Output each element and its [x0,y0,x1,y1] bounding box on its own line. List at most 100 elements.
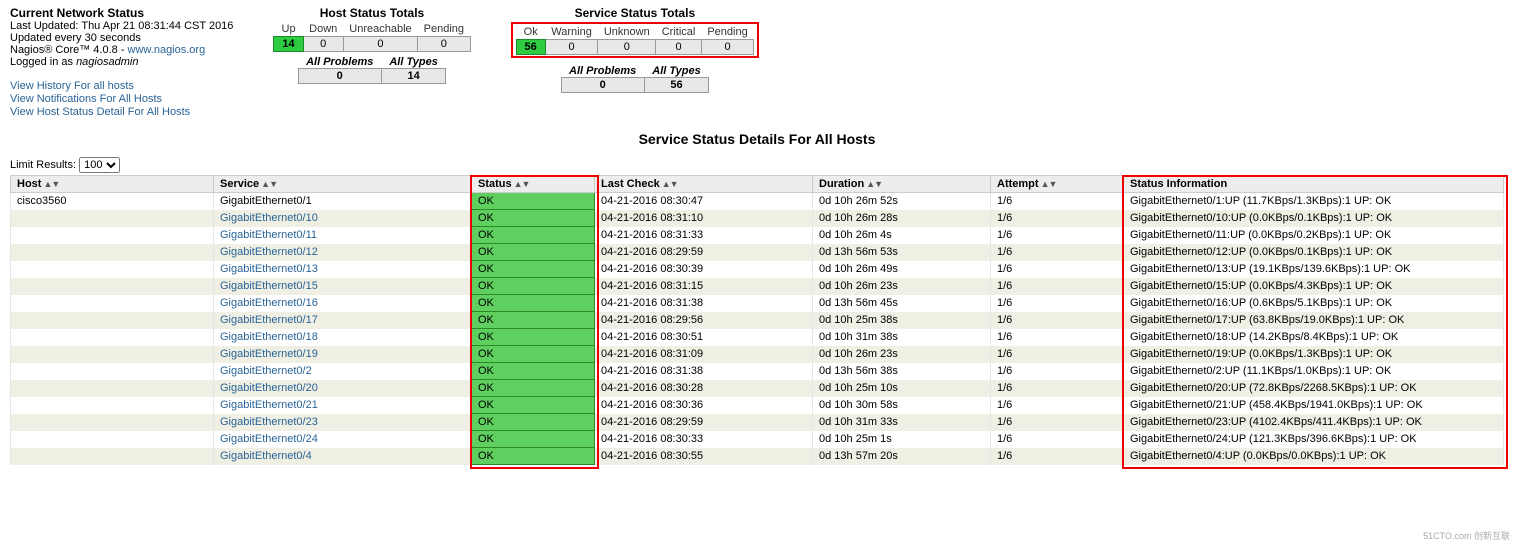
service-link[interactable]: GigabitEthernet0/12 [220,246,318,258]
cell-duration: 0d 10h 26m 23s [813,278,991,295]
col-duration[interactable]: Duration▲▼ [813,176,991,193]
watermark: 51CTO.com 创新互联 [1423,529,1510,542]
service-link[interactable]: GigabitEthernet0/16 [220,297,318,309]
cell-service: GigabitEthernet0/21 [214,397,472,414]
last-updated: Last Updated: Thu Apr 21 08:31:44 CST 20… [10,20,233,32]
host-col-down[interactable]: Down [303,22,343,37]
svc-alltypes-val[interactable]: 56 [644,78,709,93]
service-link[interactable]: GigabitEthernet0/2 [220,365,312,377]
product-link[interactable]: www.nagios.org [128,44,206,56]
cell-status: OK [472,227,595,244]
service-link[interactable]: GigabitEthernet0/13 [220,263,318,275]
cell-host [11,227,214,244]
cell-status-info: GigabitEthernet0/23:UP (4102.4KBps/411.4… [1124,414,1504,431]
svc-val-pending[interactable]: 0 [701,40,753,55]
svc-problems-val[interactable]: 0 [561,78,644,93]
sort-icon[interactable]: ▲▼ [514,179,530,189]
col-attempt[interactable]: Attempt▲▼ [991,176,1124,193]
service-link[interactable]: GigabitEthernet0/15 [220,280,318,292]
table-row: GigabitEthernet0/12OK04-21-2016 08:29:59… [11,244,1504,261]
svc-col-ok[interactable]: Ok [516,25,545,40]
svc-alltypes-label[interactable]: All Types [644,65,709,78]
product-name: Nagios® Core™ 4.0.8 - [10,44,128,56]
cell-duration: 0d 13h 57m 20s [813,448,991,465]
table-row: GigabitEthernet0/21OK04-21-2016 08:30:36… [11,397,1504,414]
svc-col-unknown[interactable]: Unknown [598,25,656,40]
host-val-down[interactable]: 0 [303,37,343,52]
cell-host [11,261,214,278]
sort-icon[interactable]: ▲▼ [1041,179,1057,189]
svc-val-warning[interactable]: 0 [545,40,598,55]
table-row: GigabitEthernet0/15OK04-21-2016 08:31:15… [11,278,1504,295]
network-status-block: Current Network Status Last Updated: Thu… [10,6,233,119]
host-val-unreachable[interactable]: 0 [343,37,417,52]
host-alltypes-label[interactable]: All Types [381,56,446,69]
cell-service: GigabitEthernet0/13 [214,261,472,278]
service-link[interactable]: GigabitEthernet0/10 [220,212,318,224]
cell-service: GigabitEthernet0/16 [214,295,472,312]
host-val-up[interactable]: 14 [274,37,303,52]
col-service[interactable]: Service▲▼ [214,176,472,193]
cell-duration: 0d 10h 25m 38s [813,312,991,329]
sort-icon[interactable]: ▲▼ [43,179,59,189]
cell-status-info: GigabitEthernet0/12:UP (0.0KBps/0.1KBps)… [1124,244,1504,261]
cell-host [11,210,214,227]
service-link[interactable]: GigabitEthernet0/24 [220,433,318,445]
service-link[interactable]: GigabitEthernet0/23 [220,416,318,428]
host-col-unreachable[interactable]: Unreachable [343,22,417,37]
cell-last-check: 04-21-2016 08:29:56 [595,312,813,329]
svc-val-unknown[interactable]: 0 [598,40,656,55]
cell-status: OK [472,261,595,278]
sort-icon[interactable]: ▲▼ [866,179,882,189]
link-notifications[interactable]: View Notifications For All Hosts [10,93,162,105]
cell-service: GigabitEthernet0/17 [214,312,472,329]
link-host-detail[interactable]: View Host Status Detail For All Hosts [10,106,190,118]
quick-links: View History For all hosts View Notifica… [10,80,233,118]
svc-problems-label[interactable]: All Problems [561,65,644,78]
cell-attempt: 1/6 [991,414,1124,431]
cell-service: GigabitEthernet0/2 [214,363,472,380]
col-status[interactable]: Status▲▼ [472,176,595,193]
service-link[interactable]: GigabitEthernet0/18 [220,331,318,343]
cell-status: OK [472,431,595,448]
service-status-totals: Service Status Totals Ok Warning Unknown… [511,6,760,93]
cell-status-info: GigabitEthernet0/10:UP (0.0KBps/0.1KBps)… [1124,210,1504,227]
cell-host [11,431,214,448]
col-last-check[interactable]: Last Check▲▼ [595,176,813,193]
table-row: GigabitEthernet0/20OK04-21-2016 08:30:28… [11,380,1504,397]
cell-attempt: 1/6 [991,210,1124,227]
service-link[interactable]: GigabitEthernet0/4 [220,450,312,462]
svc-col-critical[interactable]: Critical [656,25,702,40]
col-status-info[interactable]: Status Information [1124,176,1504,193]
cell-host [11,363,214,380]
service-link[interactable]: GigabitEthernet0/21 [220,399,318,411]
host-alltypes-val[interactable]: 14 [381,69,446,84]
link-history[interactable]: View History For all hosts [10,80,134,92]
sort-icon[interactable]: ▲▼ [261,179,277,189]
limit-select[interactable]: 100 [79,157,120,173]
service-link[interactable]: GigabitEthernet0/19 [220,348,318,360]
service-link[interactable]: GigabitEthernet0/17 [220,314,318,326]
sort-icon[interactable]: ▲▼ [662,179,678,189]
cell-host [11,448,214,465]
cell-status-info: GigabitEthernet0/17:UP (63.8KBps/19.0KBp… [1124,312,1504,329]
svc-col-warning[interactable]: Warning [545,25,598,40]
cell-last-check: 04-21-2016 08:30:51 [595,329,813,346]
host-val-pending[interactable]: 0 [418,37,470,52]
logged-in-user: nagiosadmin [76,56,138,68]
service-link[interactable]: GigabitEthernet0/20 [220,382,318,394]
host-problems-label[interactable]: All Problems [298,56,381,69]
cell-attempt: 1/6 [991,397,1124,414]
service-link[interactable]: GigabitEthernet0/11 [220,229,317,241]
cell-last-check: 04-21-2016 08:29:59 [595,414,813,431]
svc-val-critical[interactable]: 0 [656,40,702,55]
cell-duration: 0d 10h 31m 33s [813,414,991,431]
svc-col-pending[interactable]: Pending [701,25,753,40]
cell-duration: 0d 13h 56m 53s [813,244,991,261]
col-host[interactable]: Host▲▼ [11,176,214,193]
host-col-pending[interactable]: Pending [418,22,470,37]
host-col-up[interactable]: Up [274,22,303,37]
host-problems-val[interactable]: 0 [298,69,381,84]
host-totals-title: Host Status Totals [273,6,470,20]
svc-val-ok[interactable]: 56 [516,40,545,55]
